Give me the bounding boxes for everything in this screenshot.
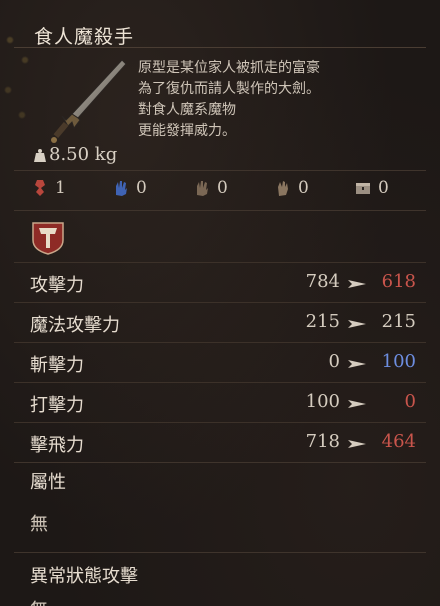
stat-new-value: 100 [381, 351, 416, 372]
resistance-chest: 0 [355, 178, 389, 198]
resistance-blue: 0 [113, 178, 147, 198]
stat-row-strike: 打擊力 100 0 [14, 382, 426, 422]
stat-new-value: 464 [381, 431, 416, 452]
resistance-brown: 0 [194, 178, 228, 198]
chest-icon [356, 183, 370, 194]
item-detail-panel: 食人魔殺手 8.50 kg 原型是某位家人被抓走的富豪 為了復仇而請人製作的大劍… [0, 0, 440, 606]
abnormal-status-label: 異常狀態攻擊 [30, 566, 138, 587]
stat-row-attack: 攻擊力 784 618 [14, 262, 426, 302]
stat-base-value: 784 [305, 271, 340, 292]
stat-label: 斬擊力 [30, 355, 84, 376]
item-weight-value: 8.50 kg [49, 144, 118, 165]
resistance-red: 1 [32, 178, 66, 198]
resistance-value: 0 [378, 178, 389, 198]
blue-hand-icon [116, 181, 127, 196]
description-line: 原型是某位家人被抓走的富豪 [138, 60, 320, 76]
divider [14, 210, 426, 211]
stat-base-value: 718 [305, 431, 340, 452]
stat-label: 攻擊力 [30, 275, 84, 296]
item-weight: 8.50 kg [34, 144, 117, 165]
stat-base-value: 100 [305, 391, 340, 412]
weapon-category-crest-icon [32, 222, 64, 255]
arrow-right-icon [348, 320, 366, 328]
stat-label: 魔法攻擊力 [30, 315, 120, 336]
description-line: 為了復仇而請人製作的大劍。 [138, 81, 320, 97]
stat-row-magic-attack: 魔法攻擊力 215 215 [14, 302, 426, 342]
abnormal-status-value: 無 [30, 596, 48, 606]
attribute-value: 無 [30, 514, 48, 535]
stat-new-value: 215 [381, 311, 416, 332]
greatsword-icon [51, 59, 127, 143]
stat-new-value: 0 [404, 391, 416, 412]
stat-label: 擊飛力 [30, 435, 84, 456]
item-name: 食人魔殺手 [34, 26, 135, 48]
resistance-value: 0 [298, 178, 309, 198]
arrow-right-icon [348, 360, 366, 368]
arrow-right-icon [348, 400, 366, 408]
stat-new-value: 618 [381, 271, 416, 292]
stat-label: 打擊力 [30, 395, 84, 416]
item-preview: 8.50 kg [18, 52, 128, 168]
item-title-bar: 食人魔殺手 [14, 14, 426, 48]
item-description: 原型是某位家人被抓走的富豪 為了復仇而請人製作的大劍。 對食人魔系魔物 更能發揮… [138, 58, 418, 142]
description-line: 對食人魔系魔物 [138, 102, 236, 118]
brown-hand-icon [197, 181, 208, 196]
arrow-right-icon [348, 280, 366, 288]
arrow-right-icon [348, 440, 366, 448]
divider [14, 462, 426, 463]
description-line: 更能發揮威力。 [138, 123, 236, 139]
brown-glove-icon [278, 181, 288, 196]
divider [14, 552, 426, 553]
resistance-row: 1 0 0 0 0 [0, 178, 440, 204]
resistance-value: 0 [136, 178, 147, 198]
resistance-glove: 0 [275, 178, 309, 198]
divider [14, 170, 426, 171]
resistance-value: 0 [217, 178, 228, 198]
attribute-label: 屬性 [30, 472, 66, 493]
weight-icon [34, 148, 46, 162]
stat-row-slash: 斬擊力 0 100 [14, 342, 426, 382]
red-rune-icon [35, 180, 45, 196]
stat-base-value: 215 [305, 311, 340, 332]
stat-row-knockdown: 擊飛力 718 464 [14, 422, 426, 462]
resistance-value: 1 [55, 178, 66, 198]
stat-base-value: 0 [328, 351, 340, 372]
